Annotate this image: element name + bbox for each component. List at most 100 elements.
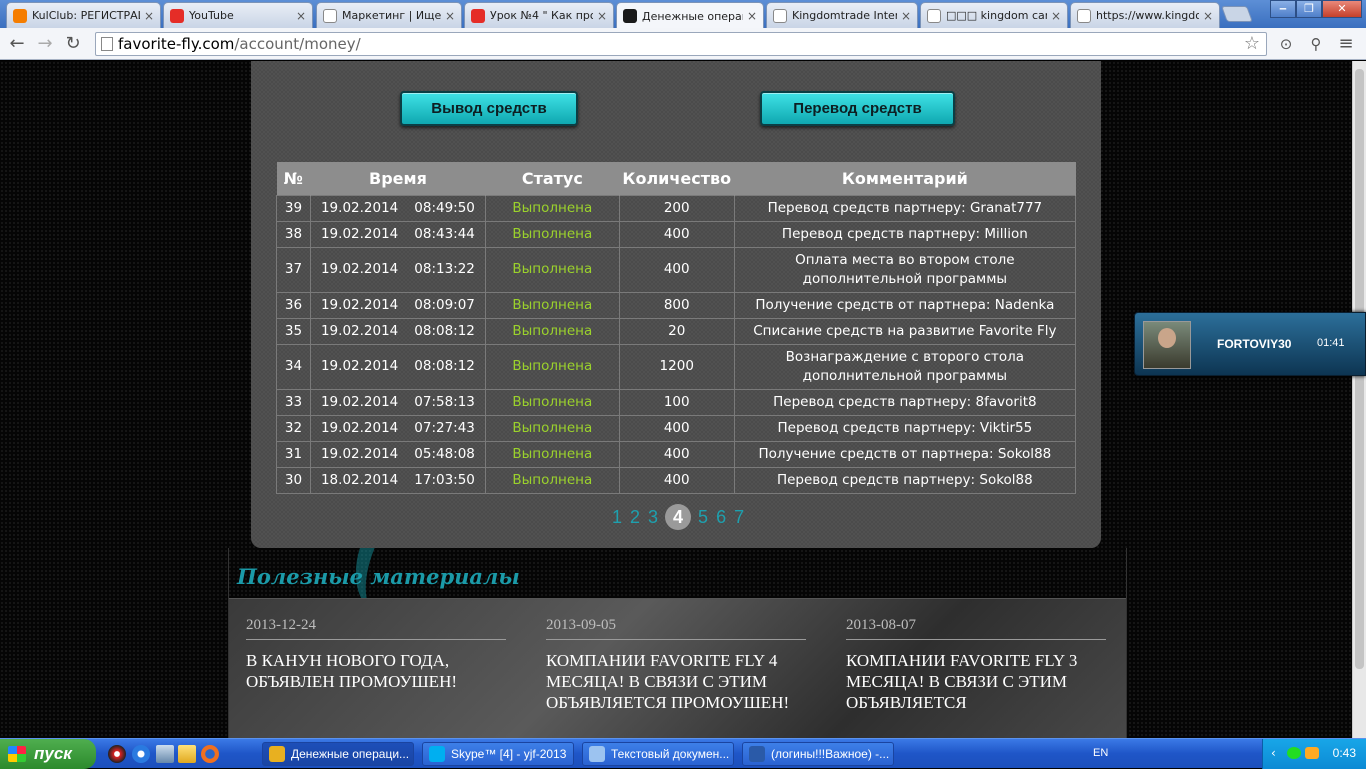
close-tab-icon[interactable]: × [445, 9, 455, 23]
transfer-button[interactable]: Перевод средств [760, 91, 955, 126]
forward-icon[interactable]: → [34, 33, 56, 55]
cell-comment: Перевод средств партнеру: Sokol88 [733, 466, 1077, 494]
withdraw-button[interactable]: Вывод средств [400, 91, 578, 126]
page-link-5[interactable]: 5 [698, 507, 708, 528]
browser-tab[interactable]: Kingdomtrade Inter × [766, 2, 918, 28]
quicklaunch-chrome-icon[interactable] [108, 745, 126, 763]
cell-number: 39 [276, 194, 311, 222]
close-tab-icon[interactable]: × [1203, 9, 1213, 23]
page-link-4[interactable]: 4 [665, 504, 692, 530]
cell-number: 35 [276, 317, 311, 345]
close-tab-icon[interactable]: × [901, 9, 911, 23]
browser-tab[interactable]: Урок №4 " Как про × [464, 2, 614, 28]
tray-arrow-icon[interactable]: ‹ [1271, 746, 1276, 760]
maximize-icon[interactable]: ❐ [1296, 0, 1322, 18]
page-link-3[interactable]: 3 [648, 507, 658, 528]
material-item[interactable]: 2013-09-05 Компании Favorite Fly 4 месяца… [546, 617, 806, 713]
close-tab-icon[interactable]: × [597, 9, 607, 23]
close-tab-icon[interactable]: × [1051, 9, 1061, 23]
cell-comment: Вознаграждение с второго стола дополните… [733, 343, 1077, 390]
browser-tab[interactable]: □□□ kingdom carc × [920, 2, 1068, 28]
quicklaunch-firefox-icon[interactable] [201, 745, 219, 763]
page-link-1[interactable]: 1 [612, 507, 622, 528]
cell-amount: 20 [618, 317, 735, 345]
taskbar-task[interactable]: Денежные операци... [262, 742, 414, 766]
table-row: 35 19.02.2014 08:08:12 Выполнена 20 Списание … [276, 317, 1077, 345]
cell-date: 19.02.2014 [320, 393, 399, 410]
page-scrollbar[interactable] [1352, 61, 1366, 738]
close-tab-icon[interactable]: × [296, 9, 306, 23]
quicklaunch-folder-icon[interactable] [178, 745, 196, 763]
browser-tab[interactable]: Денежные операци × [616, 2, 764, 29]
cell-comment: Получение средств от партнера: Nadenka [733, 291, 1077, 319]
cell-clock: 07:58:13 [414, 393, 475, 410]
cell-time: 19.02.2014 07:27:43 [309, 414, 486, 442]
cell-amount: 800 [618, 291, 735, 319]
section-title: Полезные материалы [237, 564, 520, 589]
table-header-row: № Время Статус Количество Комментарий [276, 162, 1077, 195]
reload-icon[interactable]: ↻ [62, 33, 84, 55]
material-item[interactable]: 2013-12-24 В канун нового года, объявлен … [246, 617, 506, 692]
page-link-7[interactable]: 7 [734, 507, 744, 528]
close-tab-icon[interactable]: × [144, 9, 154, 23]
start-button[interactable]: пуск [0, 739, 96, 769]
task-label: (логины!!!Важное) -... [771, 747, 890, 761]
material-title-link[interactable]: В канун нового года, объявлен промоушен! [246, 650, 506, 692]
extension-icon[interactable]: ⚲ [1306, 34, 1326, 54]
task-label: Денежные операци... [291, 747, 410, 761]
blogger-icon [13, 8, 27, 23]
bookmark-star-icon[interactable]: ☆ [1244, 33, 1260, 55]
skype-notification[interactable]: FORTOVIY30 01:41 [1134, 312, 1366, 376]
cell-time: 19.02.2014 08:08:12 [309, 317, 486, 345]
cell-clock: 08:09:07 [414, 296, 475, 313]
material-item[interactable]: 2013-08-07 Компании Favorite Fly 3 месяца… [846, 617, 1106, 713]
material-date: 2013-09-05 [546, 617, 806, 640]
col-header-number: № [276, 162, 311, 195]
task-label: Skype™ [4] - yjf-2013 [451, 747, 567, 761]
browser-tab[interactable]: Маркетинг | Ищеш × [316, 2, 462, 28]
cell-amount: 200 [618, 194, 735, 222]
page-link-2[interactable]: 2 [630, 507, 640, 528]
new-tab-button[interactable] [1221, 6, 1253, 22]
tray-network-icon[interactable] [1287, 747, 1301, 759]
menu-icon[interactable]: ≡ [1336, 34, 1356, 54]
address-bar[interactable]: favorite-fly.com/account/money/ ☆ [95, 32, 1267, 56]
cell-date: 18.02.2014 [320, 471, 399, 488]
tab-label: □□□ kingdom carc [946, 9, 1047, 22]
taskbar-task[interactable]: Skype™ [4] - yjf-2013 [422, 742, 574, 766]
youtube-icon [170, 8, 184, 23]
close-window-icon[interactable]: ✕ [1322, 0, 1362, 18]
close-tab-icon[interactable]: × [747, 9, 757, 23]
browser-tab[interactable]: https://www.kingdo × [1070, 2, 1220, 28]
browser-tab[interactable]: YouTube × [163, 2, 313, 28]
language-indicator[interactable]: EN [1093, 747, 1108, 759]
address-path: /account/money/ [234, 35, 361, 53]
quicklaunch-ie-icon[interactable] [132, 745, 150, 763]
tray-skype-icon[interactable] [1305, 747, 1319, 759]
material-title-link[interactable]: Компании Favorite Fly 3 месяца! В связи … [846, 650, 1106, 713]
taskbar-task[interactable]: Текстовый докумен... [582, 742, 734, 766]
minimize-icon[interactable]: ‒ [1270, 0, 1296, 18]
cell-comment: Перевод средств партнеру: 8favorit8 [733, 388, 1077, 416]
back-icon[interactable]: ← [6, 33, 28, 55]
extension-search-icon[interactable]: ⊙ [1276, 34, 1296, 54]
table-row: 30 18.02.2014 17:03:50 Выполнена 400 Перевод … [276, 466, 1077, 494]
address-host: favorite-fly.com [118, 35, 235, 53]
browser-tab[interactable]: KulClub: РЕГИСТРАЦ × [6, 2, 161, 28]
tab-label: Маркетинг | Ищеш [342, 9, 441, 22]
cell-date: 19.02.2014 [320, 445, 399, 462]
tab-label: Kingdomtrade Inter [792, 9, 897, 22]
cell-amount: 400 [618, 466, 735, 494]
cell-comment: Перевод средств партнеру: Million [733, 220, 1077, 248]
cell-clock: 08:08:12 [414, 322, 475, 339]
notepad-icon [589, 746, 605, 762]
taskbar-task[interactable]: (логины!!!Важное) -... [742, 742, 894, 766]
cell-status: Выполнена [484, 343, 620, 390]
col-header-time: Время [310, 162, 486, 195]
page-link-6[interactable]: 6 [716, 507, 726, 528]
cell-status: Выполнена [484, 194, 620, 222]
cell-date: 19.02.2014 [320, 358, 399, 374]
quicklaunch-desktop-icon[interactable] [156, 745, 174, 763]
material-title-link[interactable]: Компании Favorite Fly 4 месяца! В связи … [546, 650, 806, 713]
page-viewport: Вывод средств Перевод средств № Время Ст… [0, 61, 1352, 738]
